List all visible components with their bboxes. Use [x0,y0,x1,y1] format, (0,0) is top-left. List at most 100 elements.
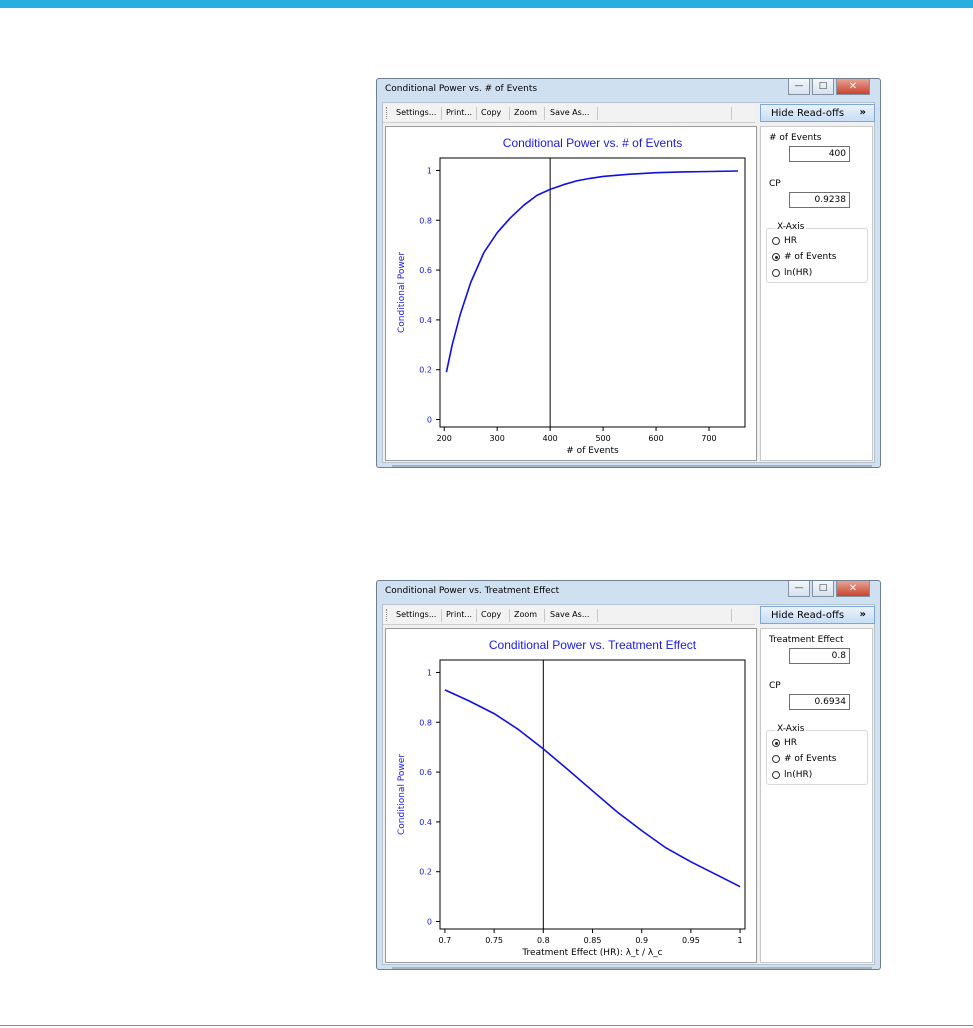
status-bar [392,465,872,467]
x-tick-label: 0.85 [584,936,602,945]
print-button[interactable]: Print... [446,108,472,117]
toolbar: Settings... Print... Copy Zoom Save As..… [383,103,755,123]
radio-events[interactable]: # of Events [772,252,836,262]
radio-selected-icon[interactable] [772,739,780,747]
save-as-button[interactable]: Save As... [550,610,589,619]
x-tick-label: 700 [701,434,716,443]
y-tick-label: 1 [427,166,432,175]
copy-button[interactable]: Copy [481,610,501,619]
treatment-effect-input[interactable]: 0.8 [789,648,850,664]
x-tick-label: 1 [738,936,743,945]
toolbar-separator [509,609,510,622]
radio-circle-icon[interactable] [772,755,780,763]
toolbar-separator [509,107,510,120]
cp-input[interactable]: 0.9238 [789,192,850,208]
radio-hr[interactable]: HR [772,738,797,748]
close-icon[interactable]: ✕ [836,79,870,95]
y-axis-label: Conditional Power [397,252,407,333]
x-axis-label: Treatment Effect (HR): λ_t / λ_c [521,948,662,958]
toolbar-separator [544,609,545,622]
chart-treatment-svg: Conditional Power vs. Treatment Effect00… [397,638,746,958]
y-tick-label: 1 [427,668,432,677]
xaxis-group: X-Axis HR # of Events ln(HR) [766,724,868,785]
toolbar-separator [544,107,545,120]
double-chevron-right-icon: » [859,107,866,118]
toolbar-separator [441,107,442,120]
y-tick-label: 0.2 [419,366,432,375]
minimize-icon[interactable]: — [788,581,810,597]
maximize-icon[interactable]: □ [812,79,834,95]
toolbar-separator [731,107,732,120]
window-body: Settings... Print... Copy Zoom Save As..… [382,102,875,463]
radio-ln-hr[interactable]: ln(HR) [772,268,812,278]
xaxis-group-title: X-Axis [775,222,807,232]
series-line [445,170,739,373]
plot-frame [439,659,746,930]
toolbar-separator [476,107,477,120]
save-as-button[interactable]: Save As... [550,108,589,117]
y-tick-label: 0.6 [419,768,432,777]
chart-panel: Conditional Power vs. Treatment Effect 0 0… [385,628,757,963]
radio-circle-icon[interactable] [772,237,780,245]
hide-readoffs-label: Hide Read-offs [771,108,845,119]
cp-input[interactable]: 0.6934 [789,694,850,710]
x-tick-label: 200 [437,434,452,443]
x-tick-label: 0.7 [439,936,452,945]
toolbar-separator [597,107,598,120]
status-bar [392,967,872,969]
radio-label: # of Events [784,252,837,262]
cp-label: CP [769,179,781,189]
radio-circle-icon[interactable] [772,771,780,779]
events-label: # of Events [769,133,822,143]
radio-ln-hr[interactable]: ln(HR) [772,770,812,780]
x-tick-label: 0.75 [485,936,503,945]
bottom-accent-line [0,1025,973,1026]
minimize-icon[interactable]: — [788,79,810,95]
double-chevron-right-icon: » [859,609,866,620]
radio-events[interactable]: # of Events [772,754,836,764]
xaxis-group-title: X-Axis [775,724,807,734]
y-axis-label: Conditional Power [397,754,407,835]
window-title: Conditional Power vs. Treatment Effect [385,586,560,596]
radio-circle-icon[interactable] [772,269,780,277]
y-tick-label: 0.8 [419,216,432,225]
copy-button[interactable]: Copy [481,108,501,117]
chart-title: Conditional Power vs. # of Events [503,136,682,150]
plot-frame [439,157,746,428]
x-tick-label: 500 [595,434,610,443]
radio-label: HR [784,738,798,748]
print-button[interactable]: Print... [446,610,472,619]
toolbar-separator [731,609,732,622]
zoom-button[interactable]: Zoom [514,108,537,117]
close-icon[interactable]: ✕ [836,581,870,597]
zoom-button[interactable]: Zoom [514,610,537,619]
window-title: Conditional Power vs. # of Events [385,84,538,94]
hide-readoffs-button[interactable]: Hide Read-offs » [760,104,875,122]
settings-button[interactable]: Settings... [396,108,436,117]
y-tick-label: 0.4 [419,316,432,325]
y-tick-label: 0.4 [419,818,432,827]
toolbar-grip-icon[interactable] [386,609,389,621]
x-tick-label: 300 [490,434,505,443]
window-controls: — □ ✕ [788,79,870,95]
events-input[interactable]: 400 [789,146,850,162]
treatment-effect-label: Treatment Effect [769,635,844,645]
y-tick-label: 0.8 [419,718,432,727]
cp-label: CP [769,681,781,691]
x-tick-label: 0.95 [682,936,700,945]
toolbar-separator [476,609,477,622]
settings-button[interactable]: Settings... [396,610,436,619]
maximize-icon[interactable]: □ [812,581,834,597]
toolbar-grip-icon[interactable] [386,107,389,119]
chart-panel: Conditional Power vs. # of Events 0 0.2 0.4… [385,126,757,461]
hide-readoffs-button[interactable]: Hide Read-offs » [760,606,875,624]
y-tick-label: 0.2 [419,868,432,877]
radio-hr[interactable]: HR [772,236,797,246]
x-tick-label: 600 [648,434,663,443]
window-body: Settings... Print... Copy Zoom Save As..… [382,604,875,965]
toolbar-separator [441,609,442,622]
y-tick-label: 0 [427,416,432,425]
radio-selected-icon[interactable] [772,253,780,261]
toolbar-separator [597,609,598,622]
y-tick-label: 0.6 [419,266,432,275]
